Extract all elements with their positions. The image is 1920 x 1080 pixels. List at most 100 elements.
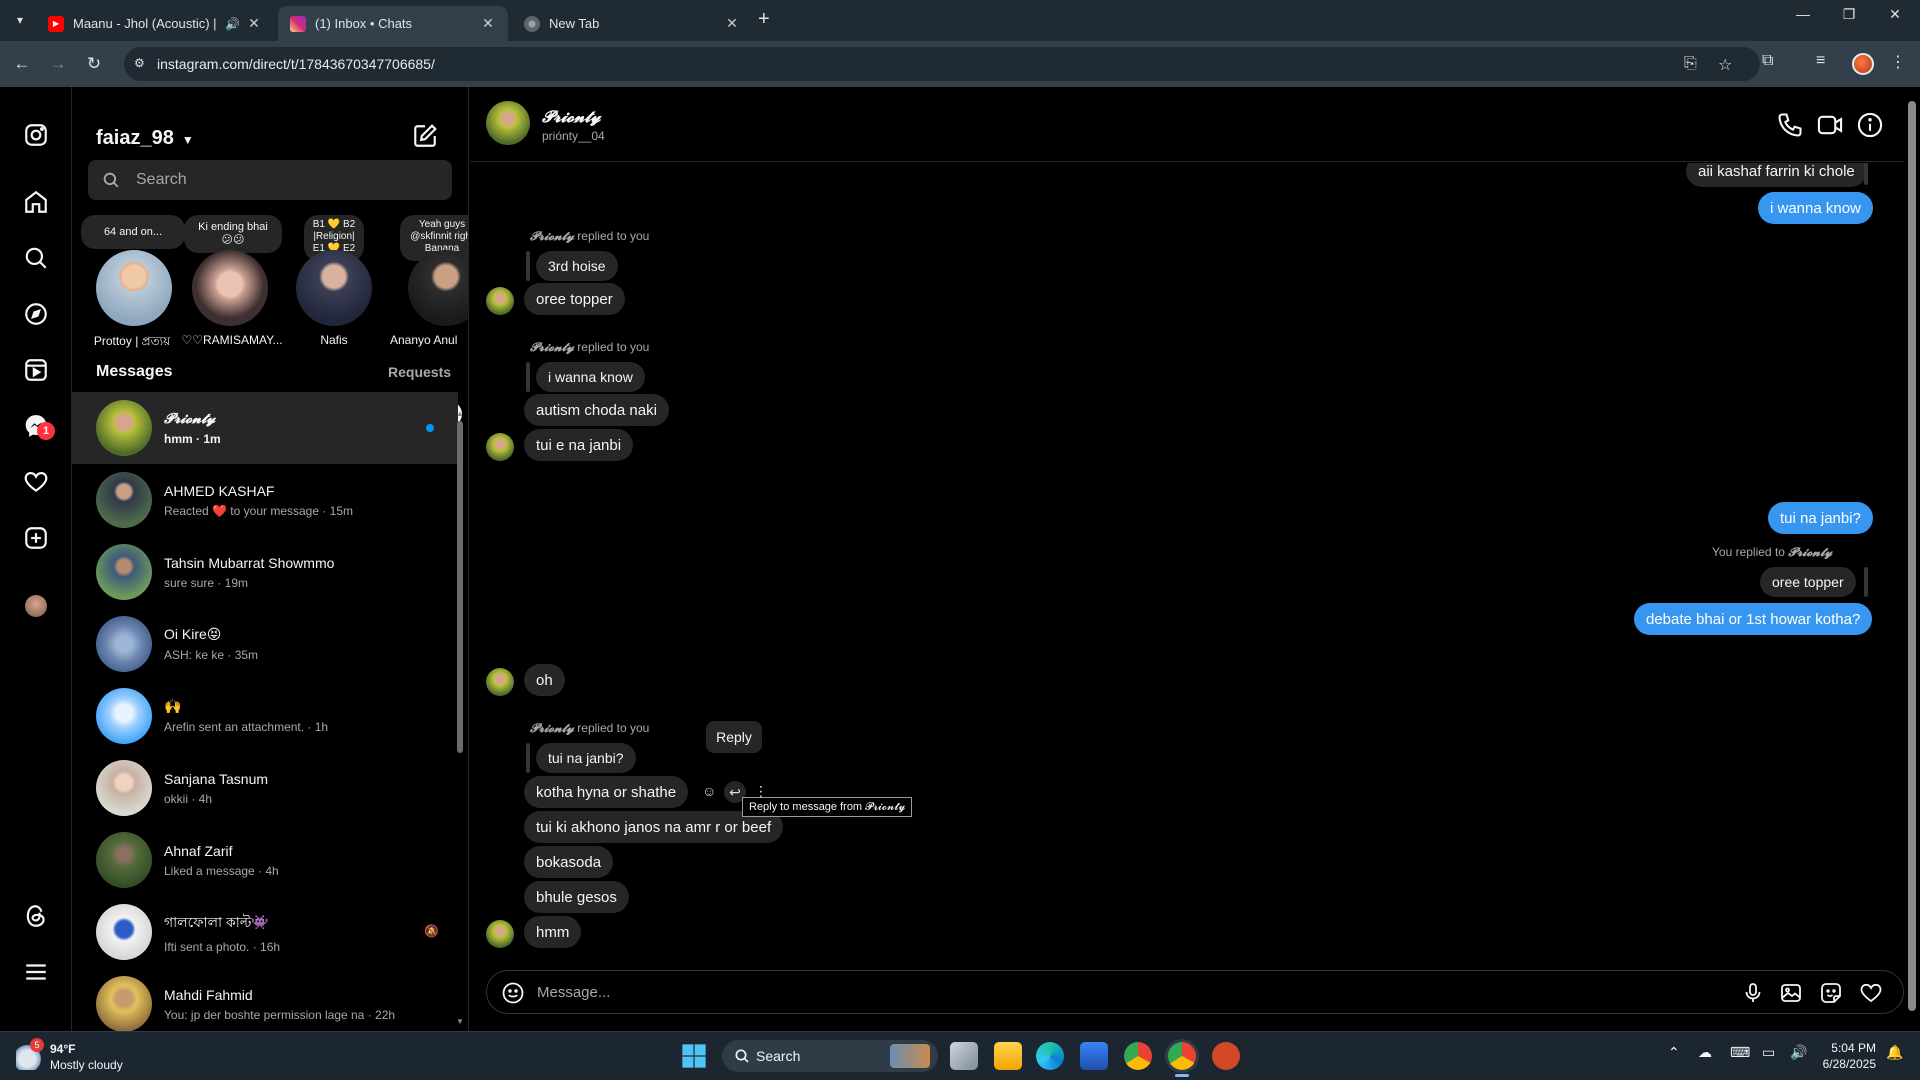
message-bubble[interactable]: kotha hyna or shathe bbox=[524, 776, 689, 808]
page-scrollbar[interactable] bbox=[1904, 87, 1920, 1031]
scroll-up-arrow-icon[interactable]: ▲ bbox=[456, 409, 464, 418]
inbox-search-input[interactable]: Search bbox=[88, 160, 452, 200]
reels-icon[interactable] bbox=[22, 356, 50, 384]
message-bubble[interactable]: hmm bbox=[524, 916, 582, 948]
taskbar-search[interactable]: Search bbox=[722, 1040, 938, 1072]
notification-bell-icon[interactable]: 🔔 bbox=[1886, 1044, 1903, 1061]
conversation-item[interactable]: Mahdi Fahmid You: jp der boshte permissi… bbox=[72, 968, 458, 1031]
conversation-item[interactable]: AHMED KASHAF Reacted ❤️ to your message … bbox=[72, 464, 458, 536]
close-window-button[interactable]: ✕ bbox=[1872, 6, 1918, 23]
chat-contact-name[interactable]: 𝓟𝓻𝓲𝓸𝓷𝓽𝔂 bbox=[542, 107, 601, 127]
minimize-button[interactable]: — bbox=[1780, 6, 1826, 22]
instagram-logo-icon[interactable] bbox=[22, 121, 50, 149]
quoted-message[interactable]: tui na janbi? bbox=[536, 743, 636, 773]
speaker-icon[interactable]: 🔊 bbox=[225, 17, 240, 31]
install-app-icon[interactable]: ⎘ bbox=[1684, 55, 1697, 73]
home-icon[interactable] bbox=[22, 188, 50, 216]
powerpoint-icon[interactable] bbox=[1212, 1042, 1240, 1070]
reload-button[interactable]: ↻ bbox=[82, 52, 106, 76]
create-plus-icon[interactable] bbox=[22, 524, 50, 552]
message-bubble[interactable]: debate bhai or 1st howar kotha? bbox=[1634, 603, 1873, 635]
chrome-profile-icon[interactable] bbox=[1168, 1042, 1196, 1070]
media-controls-icon[interactable]: ≡ bbox=[1816, 52, 1825, 70]
message-bubble[interactable]: aii kashaf farrin ki chole bbox=[1686, 163, 1867, 187]
tab-youtube[interactable]: ▶ Maanu - Jhol (Acoustic) | An 🔊 ✕ bbox=[36, 6, 274, 41]
network-icon[interactable]: ▭ bbox=[1762, 1044, 1775, 1061]
quoted-message[interactable]: 3rd hoise bbox=[536, 251, 618, 281]
extensions-icon[interactable]: ⧉ bbox=[1762, 52, 1773, 70]
react-emoji-icon[interactable]: ☺ bbox=[702, 783, 716, 799]
message-input[interactable]: Message... bbox=[537, 984, 610, 1001]
back-button[interactable]: ← bbox=[10, 52, 34, 76]
search-icon[interactable] bbox=[22, 244, 50, 272]
image-upload-icon[interactable] bbox=[1779, 981, 1803, 1005]
close-tab-icon[interactable]: ✕ bbox=[246, 15, 262, 32]
new-message-icon[interactable] bbox=[412, 123, 438, 149]
tab-instagram[interactable]: (1) Inbox • Chats ✕ bbox=[278, 6, 508, 41]
scrollbar-thumb[interactable] bbox=[1908, 101, 1916, 1011]
close-tab-icon[interactable]: ✕ bbox=[724, 15, 740, 32]
tab-new-tab[interactable]: New Tab ✕ bbox=[512, 6, 752, 41]
browser-menu-icon[interactable]: ⋮ bbox=[1890, 52, 1906, 72]
address-bar[interactable]: ⚙ instagram.com/direct/t/178436703477066… bbox=[124, 47, 1760, 81]
more-menu-icon[interactable] bbox=[22, 958, 50, 986]
message-bubble[interactable]: i wanna know bbox=[1758, 192, 1873, 224]
bookmark-star-icon[interactable]: ☆ bbox=[1718, 55, 1732, 75]
message-bubble[interactable]: oh bbox=[524, 664, 565, 696]
system-clock[interactable]: 5:04 PM 6/28/2025 bbox=[1820, 1040, 1876, 1072]
message-bubble[interactable]: oree topper bbox=[524, 283, 625, 315]
phone-call-icon[interactable] bbox=[1776, 111, 1804, 139]
info-icon[interactable] bbox=[1856, 111, 1884, 139]
chat-avatar[interactable] bbox=[486, 101, 530, 145]
threads-icon[interactable] bbox=[22, 902, 50, 930]
microphone-icon[interactable] bbox=[1741, 981, 1765, 1005]
notifications-heart-icon[interactable] bbox=[22, 468, 50, 496]
weather-widget[interactable]: 5 94°F Mostly cloudy bbox=[16, 1038, 136, 1074]
message-bubble[interactable]: autism choda naki bbox=[524, 394, 669, 426]
explore-compass-icon[interactable] bbox=[22, 300, 50, 328]
keyboard-icon[interactable]: ⌨ bbox=[1730, 1044, 1750, 1061]
conversation-item[interactable]: Oi Kire😝 ASH: ke ke · 35m bbox=[72, 608, 458, 680]
sender-avatar[interactable] bbox=[486, 287, 514, 315]
show-hidden-icons-chevron[interactable]: ⌃ bbox=[1668, 1044, 1680, 1061]
new-tab-button[interactable]: + bbox=[758, 8, 770, 31]
conversation-item[interactable]: Ahnaf Zarif Liked a message · 4h bbox=[72, 824, 458, 896]
conversation-item[interactable]: Tahsin Mubarrat Showmmo sure sure · 19m bbox=[72, 536, 458, 608]
microsoft-store-icon[interactable] bbox=[1080, 1042, 1108, 1070]
sender-avatar[interactable] bbox=[486, 433, 514, 461]
conversation-item[interactable]: গালফোলা কাল্ট👾 Ifti sent a photo. · 16h … bbox=[72, 896, 458, 968]
conversation-item[interactable]: 🙌 Arefin sent an attachment. · 1h bbox=[72, 680, 458, 752]
conversation-item[interactable]: 𝓟𝓻𝓲𝓸𝓷𝓽𝔂 hmm · 1m bbox=[72, 392, 458, 464]
video-call-icon[interactable] bbox=[1816, 111, 1844, 139]
conversation-item[interactable]: Sanjana Tasnum okkii · 4h bbox=[72, 752, 458, 824]
quoted-message[interactable]: i wanna know bbox=[536, 362, 645, 392]
quoted-message[interactable]: oree topper bbox=[1760, 567, 1856, 597]
like-heart-icon[interactable] bbox=[1859, 981, 1883, 1005]
emoji-picker-icon[interactable] bbox=[501, 981, 525, 1005]
message-bubble[interactable]: tui e na janbi bbox=[524, 429, 634, 461]
sender-avatar[interactable] bbox=[486, 920, 514, 948]
tab-search-menu-button[interactable]: ▾ bbox=[8, 8, 32, 32]
account-switcher[interactable]: faiaz_98 ▼ bbox=[96, 127, 194, 150]
onedrive-icon[interactable]: ☁ bbox=[1698, 1044, 1712, 1061]
scrollbar-thumb[interactable] bbox=[457, 421, 463, 753]
inbox-scrollbar[interactable]: ▲ ▼ bbox=[456, 409, 464, 1029]
restore-button[interactable]: ❐ bbox=[1826, 6, 1872, 23]
message-bubble[interactable]: bhule gesos bbox=[524, 881, 629, 913]
scroll-down-arrow-icon[interactable]: ▼ bbox=[456, 1017, 464, 1026]
chrome-icon[interactable] bbox=[1124, 1042, 1152, 1070]
sticker-icon[interactable] bbox=[1819, 981, 1843, 1005]
message-composer[interactable]: Message... bbox=[486, 970, 1904, 1014]
task-view-icon[interactable] bbox=[950, 1042, 978, 1070]
forward-button[interactable]: → bbox=[46, 52, 70, 76]
sender-avatar[interactable] bbox=[486, 668, 514, 696]
windows-start-icon[interactable] bbox=[680, 1042, 708, 1070]
profile-avatar[interactable] bbox=[25, 595, 47, 617]
close-tab-icon[interactable]: ✕ bbox=[480, 15, 496, 32]
file-explorer-icon[interactable] bbox=[994, 1042, 1022, 1070]
site-info-icon[interactable]: ⚙ bbox=[134, 56, 150, 72]
volume-icon[interactable]: 🔊 bbox=[1790, 1044, 1807, 1061]
message-bubble[interactable]: tui na janbi? bbox=[1768, 502, 1873, 534]
browser-profile-avatar[interactable] bbox=[1852, 53, 1874, 75]
message-bubble[interactable]: bokasoda bbox=[524, 846, 614, 878]
